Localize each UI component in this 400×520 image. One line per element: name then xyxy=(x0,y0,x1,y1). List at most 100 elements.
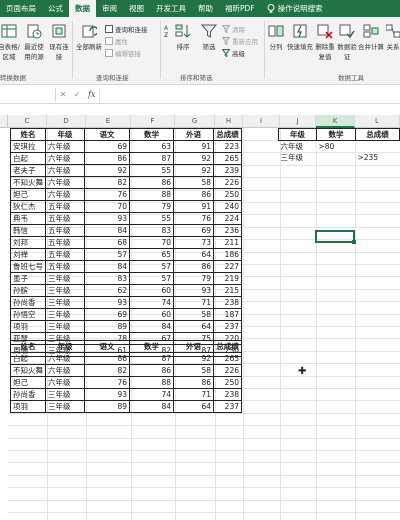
column-header-j[interactable]: J xyxy=(280,115,316,128)
table-cell[interactable]: 236 xyxy=(213,224,242,237)
from-table-button[interactable]: 自表格/区域 xyxy=(0,23,20,61)
table-cell[interactable]: 76 xyxy=(84,188,130,201)
table-cell[interactable]: 239 xyxy=(213,164,242,177)
table-cell[interactable]: 227 xyxy=(213,260,242,273)
criteria-cell[interactable]: >80 xyxy=(317,141,356,153)
tab-data[interactable]: 数据 xyxy=(69,0,96,17)
column-heading[interactable]: 总成绩 xyxy=(213,128,242,141)
table-cell[interactable]: 71 xyxy=(173,296,214,309)
table-cell[interactable]: 219 xyxy=(213,272,242,285)
table-cell[interactable]: 三年级 xyxy=(45,296,85,309)
table-cell[interactable]: 76 xyxy=(84,376,130,389)
active-cell-selection[interactable] xyxy=(315,230,356,244)
tab-page-layout[interactable]: 页面布局 xyxy=(0,0,42,17)
relationships-button[interactable]: 关系 xyxy=(386,23,400,51)
criteria-header-math[interactable]: 数学 xyxy=(316,128,356,141)
column-heading[interactable]: 姓名 xyxy=(10,128,46,141)
column-header-h[interactable]: H xyxy=(215,115,243,128)
select-all-corner[interactable] xyxy=(0,115,8,128)
column-header-e[interactable]: E xyxy=(86,115,131,128)
table-cell[interactable]: 74 xyxy=(129,296,174,309)
criteria-cell[interactable]: >235 xyxy=(356,152,400,163)
table-cell[interactable]: 项羽 xyxy=(10,320,46,333)
table-cell[interactable]: 186 xyxy=(213,248,242,261)
column-heading[interactable]: 年级 xyxy=(45,340,85,353)
column-heading[interactable]: 数学 xyxy=(129,340,174,353)
table-cell[interactable]: 三年级 xyxy=(45,284,85,297)
data-validation-button[interactable]: 数据验证 xyxy=(337,23,357,61)
table-cell[interactable]: 93 xyxy=(84,296,130,309)
table-cell[interactable]: 224 xyxy=(213,212,242,225)
column-heading[interactable]: 语文 xyxy=(84,340,130,353)
table-cell[interactable]: 89 xyxy=(84,320,130,333)
column-heading[interactable]: 年级 xyxy=(45,128,85,141)
filter-button[interactable]: 筛选 xyxy=(198,23,220,51)
table-cell[interactable]: 六年级 xyxy=(45,164,85,177)
table-cell[interactable]: 89 xyxy=(84,400,130,413)
table-cell[interactable]: 墨子 xyxy=(10,272,46,285)
table-cell[interactable]: 238 xyxy=(213,296,242,309)
table-cell[interactable]: 74 xyxy=(129,388,174,401)
table-cell[interactable]: 55 xyxy=(129,212,174,225)
column-header-f[interactable]: F xyxy=(131,115,175,128)
table-cell[interactable]: 三年级 xyxy=(45,272,85,285)
tab-help[interactable]: 帮助 xyxy=(192,0,219,17)
table-cell[interactable]: 六年级 xyxy=(45,364,85,377)
table-cell[interactable]: 91 xyxy=(173,200,214,213)
table-cell[interactable]: 88 xyxy=(129,376,174,389)
table-cell[interactable]: 孙膑 xyxy=(10,284,46,297)
table-cell[interactable]: 223 xyxy=(213,140,242,153)
table-cell[interactable]: 57 xyxy=(84,248,130,261)
tab-view[interactable]: 视图 xyxy=(123,0,150,17)
text-to-columns-button[interactable]: 分列 xyxy=(266,23,286,51)
table-cell[interactable]: 三年级 xyxy=(45,320,85,333)
table-cell[interactable]: 狄仁杰 xyxy=(10,200,46,213)
column-heading[interactable]: 语文 xyxy=(84,128,130,141)
remove-duplicates-button[interactable]: 删除重复值 xyxy=(315,23,335,61)
tell-me-search[interactable]: 操作说明搜索 xyxy=(261,0,329,17)
worksheet-grid[interactable]: 姓名 年级 语文 数学 外语 总成绩 安琪拉 六年级 69 63 91 223 白起 六年级 86 87 92… xyxy=(8,128,400,520)
table-cell[interactable]: 69 xyxy=(84,308,130,321)
table-cell[interactable]: 86 xyxy=(173,188,214,201)
column-header-k[interactable]: K xyxy=(316,115,355,128)
table-cell[interactable]: 93 xyxy=(84,212,130,225)
table-cell[interactable]: 84 xyxy=(129,400,174,413)
table-cell[interactable]: 92 xyxy=(173,164,214,177)
table-cell[interactable]: 老夫子 xyxy=(10,164,46,177)
queries-connections-button[interactable]: 查询和连接 xyxy=(105,24,148,34)
tab-developer[interactable]: 开发工具 xyxy=(150,0,192,17)
table-cell[interactable]: 六年级 xyxy=(45,140,85,153)
table-cell[interactable]: 91 xyxy=(173,140,214,153)
table-cell[interactable]: 69 xyxy=(173,224,214,237)
table-cell[interactable]: 三年级 xyxy=(45,388,85,401)
table-cell[interactable]: 250 xyxy=(213,376,242,389)
table-cell[interactable]: 238 xyxy=(213,388,242,401)
table-cell[interactable]: 93 xyxy=(84,388,130,401)
table-cell[interactable]: 三年级 xyxy=(45,308,85,321)
table-cell[interactable]: 240 xyxy=(213,200,242,213)
table-cell[interactable]: 92 xyxy=(173,152,214,165)
formula-input[interactable] xyxy=(99,87,400,102)
table-cell[interactable]: 五年级 xyxy=(45,212,85,225)
table-cell[interactable]: 84 xyxy=(84,224,130,237)
insert-function-icon[interactable]: fx xyxy=(84,90,99,99)
edit-links-button[interactable]: 编辑链接 xyxy=(105,48,141,58)
table-cell[interactable]: 70 xyxy=(84,200,130,213)
tab-formulas[interactable]: 公式 xyxy=(42,0,69,17)
table-cell[interactable]: 65 xyxy=(129,248,174,261)
column-header-l[interactable]: L xyxy=(355,115,400,128)
table-cell[interactable]: 265 xyxy=(213,352,242,365)
table-cell[interactable]: 六年级 xyxy=(45,188,85,201)
column-heading[interactable]: 总成绩 xyxy=(213,340,242,353)
column-heading[interactable]: 外语 xyxy=(173,340,214,353)
table-cell[interactable]: 不知火舞 xyxy=(10,176,46,189)
table-cell[interactable]: 68 xyxy=(84,236,130,249)
table-cell[interactable]: 妲己 xyxy=(10,188,46,201)
tab-review[interactable]: 审阅 xyxy=(96,0,123,17)
table-cell[interactable]: 86 xyxy=(129,176,174,189)
table-cell[interactable]: 71 xyxy=(173,388,214,401)
table-cell[interactable]: 70 xyxy=(129,236,174,249)
table-cell[interactable]: 187 xyxy=(213,308,242,321)
table-cell[interactable]: 87 xyxy=(129,152,174,165)
table-cell[interactable]: 五年级 xyxy=(45,200,85,213)
